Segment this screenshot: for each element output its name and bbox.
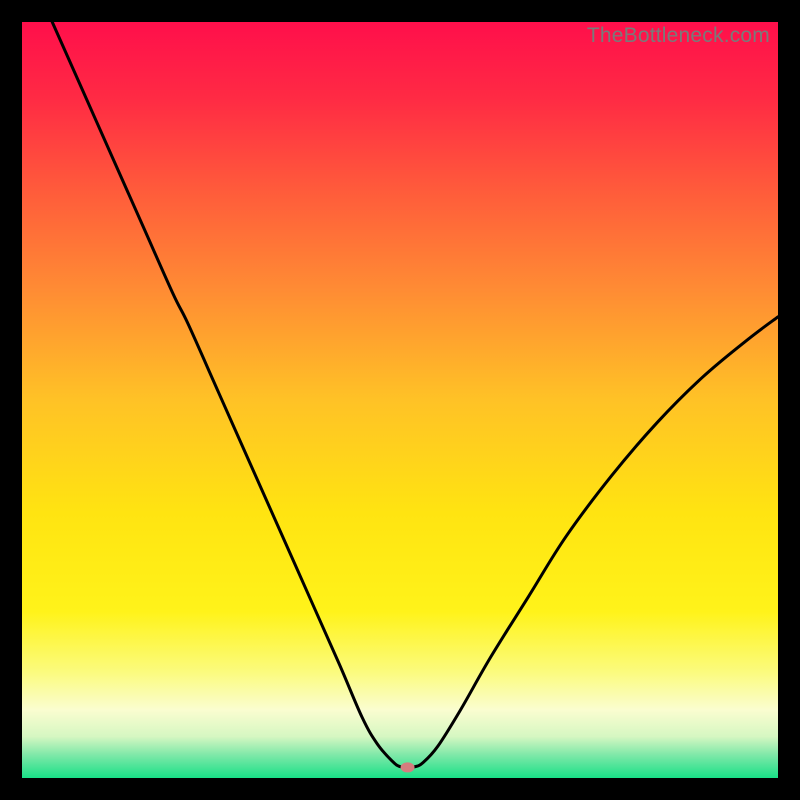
watermark-text: TheBottleneck.com [587, 24, 770, 48]
bottleneck-chart [22, 22, 778, 778]
chart-frame: TheBottleneck.com [22, 22, 778, 778]
gradient-background [22, 22, 778, 778]
optimal-point-marker [401, 762, 415, 772]
